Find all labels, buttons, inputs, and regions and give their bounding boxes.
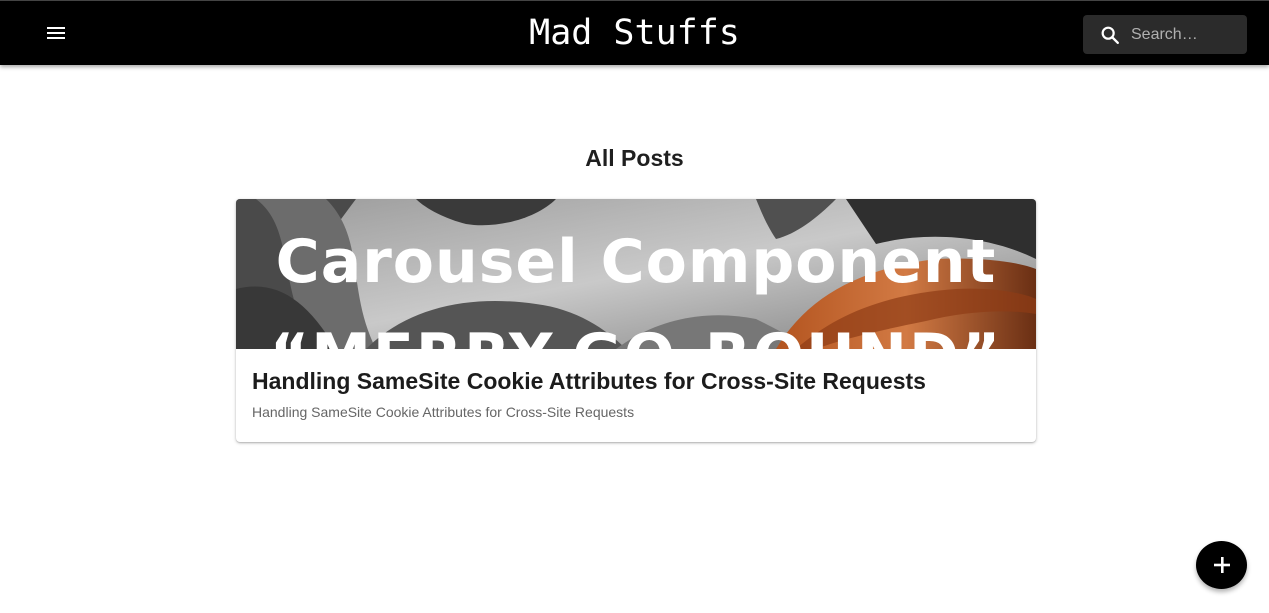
add-post-button[interactable] [1196, 541, 1247, 589]
post-card[interactable]: Carousel Component “MERRY-GO-ROUND” Hand… [236, 199, 1036, 442]
post-cover-image: Carousel Component “MERRY-GO-ROUND” [236, 199, 1036, 349]
post-title[interactable]: Handling SameSite Cookie Attributes for … [252, 368, 1020, 394]
post-card-content: Handling SameSite Cookie Attributes for … [236, 349, 1036, 420]
search-input[interactable] [1131, 25, 1241, 44]
search-box[interactable] [1083, 15, 1247, 54]
search-icon [1098, 23, 1122, 47]
site-brand[interactable]: Mad Stuffs [0, 13, 1269, 53]
post-summary: Handling SameSite Cookie Attributes for … [252, 404, 635, 420]
plus-icon [1213, 557, 1230, 573]
cover-text-line-2: “MERRY-GO-ROUND” [236, 321, 1036, 349]
cover-text-line-1: Carousel Component [275, 227, 997, 297]
app-bar: Mad Stuffs [0, 0, 1269, 65]
page-title: All Posts [585, 145, 684, 171]
